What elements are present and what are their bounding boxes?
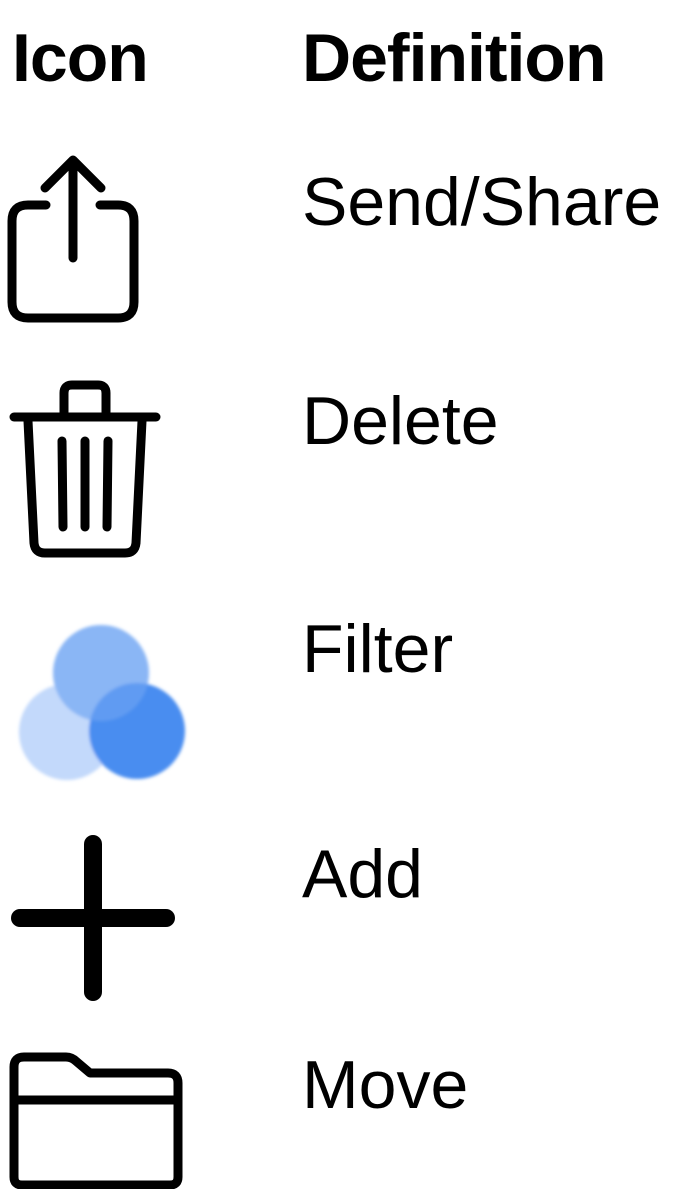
delete-label: Delete (302, 383, 499, 459)
icon-column-header: Icon (12, 20, 149, 96)
legend-row-filter: Filter (0, 611, 693, 785)
trash-icon (0, 375, 170, 570)
share-icon (0, 150, 150, 330)
legend-row-delete: Delete (0, 375, 693, 565)
filter-label: Filter (302, 611, 454, 687)
table-header: Icon Definition (0, 18, 693, 98)
folder-icon (0, 1045, 190, 1194)
share-label: Send/Share (302, 164, 662, 240)
definition-column-header: Definition (302, 20, 607, 96)
legend-row-share: Send/Share (0, 150, 693, 325)
filter-icon (0, 615, 200, 790)
legend-row-add: Add (0, 830, 693, 1005)
move-label: Move (302, 1047, 469, 1123)
add-label: Add (302, 836, 423, 912)
legend-row-move: Move (0, 1045, 693, 1190)
plus-icon (0, 830, 190, 1010)
